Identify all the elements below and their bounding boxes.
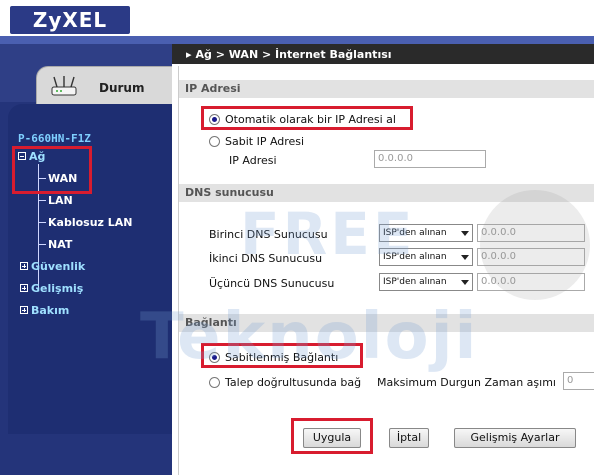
sidebar-item-maintenance[interactable]: Bakım bbox=[20, 304, 69, 317]
ip-address-label: IP Adresi bbox=[229, 154, 277, 167]
dns-tertiary-label: Üçüncü DNS Sunucusu bbox=[209, 277, 335, 290]
idle-timeout-label: Maksimum Durgun Zaman aşımı bbox=[377, 376, 556, 389]
dns-secondary-select[interactable]: ISP'den alınan bbox=[379, 248, 473, 266]
sidebar-item-maintenance-label: Bakım bbox=[31, 304, 70, 317]
dns-secondary-input[interactable]: 0.0.0.0 bbox=[477, 248, 585, 266]
dns-tertiary-select[interactable]: ISP'den alınan bbox=[379, 273, 473, 291]
header-band bbox=[0, 36, 594, 44]
expand-icon bbox=[20, 306, 28, 314]
brand-logo-text: ZyXEL bbox=[32, 8, 108, 32]
sidebar-item-nat[interactable]: NAT bbox=[48, 238, 72, 251]
breadcrumb: ▸ Ağ > WAN > İnternet Bağlantısı bbox=[186, 48, 392, 61]
app-header: ZyXEL bbox=[0, 0, 594, 44]
dns-secondary-select-value: ISP'den alınan bbox=[383, 252, 447, 262]
highlight-box bbox=[201, 343, 363, 368]
idle-timeout-input[interactable]: 0 bbox=[563, 372, 594, 390]
brand-logo: ZyXEL bbox=[10, 6, 130, 34]
dns-primary-select-value: ISP'den alınan bbox=[383, 228, 447, 238]
connection-section-header: Bağlantı bbox=[179, 314, 594, 332]
sidebar-item-advanced-label: Gelişmiş bbox=[31, 282, 84, 295]
ip-static-radio[interactable] bbox=[209, 136, 220, 147]
ip-address-input[interactable]: 0.0.0.0 bbox=[374, 150, 486, 168]
nav-panel: P-660HN-F1Z Ağ WAN LAN Kablosuz LAN NAT … bbox=[8, 104, 172, 434]
chevron-down-icon bbox=[461, 255, 469, 260]
dns-primary-select[interactable]: ISP'den alınan bbox=[379, 224, 473, 242]
dns-primary-label: Birinci DNS Sunucusu bbox=[209, 228, 328, 241]
tree-branch bbox=[38, 244, 46, 245]
sidebar-item-security[interactable]: Güvenlik bbox=[20, 260, 85, 273]
breadcrumb-text: Ağ > WAN > İnternet Bağlantısı bbox=[195, 48, 392, 61]
highlight-box bbox=[12, 146, 92, 194]
highlight-box bbox=[291, 418, 373, 454]
tree-branch bbox=[38, 200, 46, 201]
router-icon bbox=[51, 76, 77, 96]
sidebar-item-advanced[interactable]: Gelişmiş bbox=[20, 282, 83, 295]
status-tab-label: Durum bbox=[99, 81, 145, 95]
title-bar: ▸ Ağ > WAN > İnternet Bağlantısı bbox=[172, 44, 594, 64]
on-demand-label: Talep doğrultusunda bağ bbox=[225, 376, 362, 389]
ip-static-label: Sabit IP Adresi bbox=[225, 135, 305, 148]
advanced-settings-button[interactable]: Gelişmiş Ayarlar bbox=[454, 428, 576, 448]
sidebar-item-wireless-lan[interactable]: Kablosuz LAN bbox=[48, 216, 133, 229]
device-model: P-660HN-F1Z bbox=[18, 132, 91, 145]
dns-tertiary-select-value: ISP'den alınan bbox=[383, 277, 447, 287]
tree-branch bbox=[38, 222, 46, 223]
sidebar-item-security-label: Güvenlik bbox=[31, 260, 86, 273]
chevron-down-icon bbox=[461, 231, 469, 236]
sidebar: Durum P-660HN-F1Z Ağ WAN LAN Kablosuz LA… bbox=[0, 44, 172, 475]
arrow-icon: ▸ bbox=[186, 48, 192, 61]
on-demand-radio[interactable] bbox=[209, 377, 220, 388]
sidebar-item-lan[interactable]: LAN bbox=[48, 194, 73, 207]
dns-primary-input[interactable]: 0.0.0.0 bbox=[477, 224, 585, 242]
highlight-box bbox=[201, 106, 413, 130]
dns-tertiary-input[interactable]: 0.0.0.0 bbox=[477, 273, 585, 291]
dns-secondary-label: İkinci DNS Sunucusu bbox=[209, 252, 323, 265]
ip-section-header: IP Adresi bbox=[179, 80, 594, 98]
expand-icon bbox=[20, 284, 28, 292]
expand-icon bbox=[20, 262, 28, 270]
dns-section-header: DNS sunucusu bbox=[179, 184, 594, 202]
content-area: IP Adresi Otomatik olarak bir IP Adresi … bbox=[178, 66, 594, 475]
chevron-down-icon bbox=[461, 280, 469, 285]
main-panel: ▸ Ağ > WAN > İnternet Bağlantısı IP Adres… bbox=[172, 44, 594, 475]
cancel-button[interactable]: İptal bbox=[389, 428, 429, 448]
